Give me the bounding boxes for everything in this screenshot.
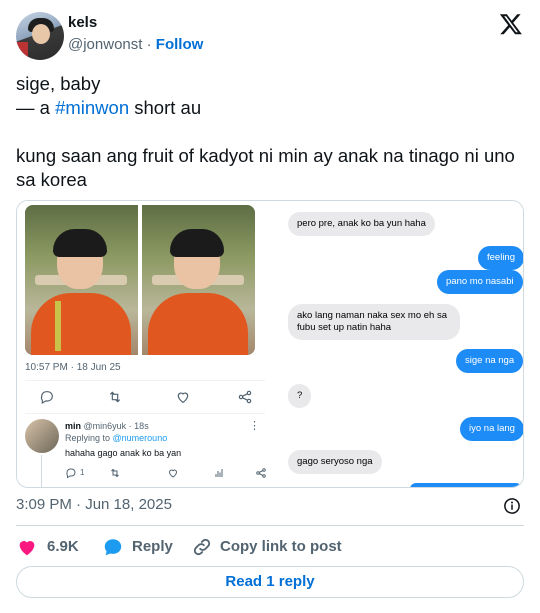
like-button[interactable]: 6.9K [16,536,86,558]
reply-avatar [25,419,59,453]
hashtag-link[interactable]: #minwon [55,97,129,118]
tweet-line-2-suffix: short au [129,97,202,118]
analytics-icon [215,469,223,477]
reply-header: min @min6yuk · 18s [65,421,149,431]
reply-author-name: min [65,421,82,431]
child-photo-2 [142,205,255,355]
chat-message-outgoing: iyo na lang [460,417,523,441]
like-count: 6.9K [47,538,79,555]
chat-screenshot: pero pre, anak ko ba yun haha feeling pa… [274,201,523,487]
tweet-line-3: kung saan ang fruit of kadyot ni min ay … [16,145,515,190]
reply-bubble-icon [104,539,122,556]
follow-link[interactable]: Follow [156,36,204,53]
embedded-tweet-screenshot: 10:57 PM · 18 Jun 25 min @min6yuk · 18s … [17,201,273,487]
chat-message-incoming: ako lang naman naka sex mo eh sa fubu se… [288,304,460,340]
read-replies-button[interactable]: Read 1 reply [16,566,524,598]
chat-message-partial [410,483,522,487]
author-name[interactable]: kels [68,14,97,31]
chat-message-incoming: pero pre, anak ko ba yun haha [288,212,435,236]
reply-bubble-icon [40,391,53,405]
heart-outline-icon [177,392,189,404]
divider [16,525,524,526]
author-avatar[interactable] [16,12,64,60]
reply-label: Reply [132,538,173,555]
reply-bubble-icon [66,468,76,479]
thread-line [41,455,42,487]
embedded-tweet-time: 10:57 PM · 18 Jun 25 [25,362,121,373]
chat-message-incoming: gago seryoso nga [288,450,382,474]
reply-actions: 1 [65,467,266,481]
reply-text: hahaha gago anak ko ba yan [65,448,182,458]
heart-outline-icon [168,469,178,478]
heart-icon [19,541,35,556]
divider [25,380,265,381]
author-handle-row: @jonwonst · Follow [68,36,203,53]
attached-image[interactable]: 10:57 PM · 18 Jun 25 min @min6yuk · 18s … [16,200,524,488]
replying-to: Replying to @numerouno [65,433,167,443]
child-photo-1 [25,205,138,355]
chat-message-incoming: ? [288,384,312,408]
info-icon[interactable] [503,497,521,515]
copy-link-button[interactable]: Copy link to post [191,536,342,558]
share-icon [238,390,252,404]
tweet-embed-card: kels @jonwonst · Follow sige, baby — a #… [0,0,540,613]
tweet-line-2-prefix: — a [16,97,56,118]
replying-to-prefix: Replying to [65,433,113,443]
author-handle[interactable]: @jonwonst [68,36,142,53]
tweet-line-2: — a #minwon short au [16,96,524,120]
retweet-icon [111,468,119,478]
reply-count: 1 [80,468,85,477]
embedded-tweet-actions [25,389,265,405]
link-icon [193,538,211,556]
x-logo-icon[interactable] [499,12,523,36]
more-menu-icon: ⋮ [249,420,260,432]
reply-handle-time: @min6yuk · 18s [83,421,149,431]
replying-to-handle: @numerouno [112,433,168,443]
retweet-icon [109,391,121,403]
chat-message-outgoing: feeling [478,246,523,270]
share-icon [256,468,266,478]
chat-message-outgoing: pano mo nasabi [437,270,523,294]
chat-message-outgoing: sige na nga [456,349,523,373]
copy-link-label: Copy link to post [220,538,342,555]
tweet-text: sige, baby — a #minwon short au kung saa… [16,72,524,192]
tweet-line-1: sige, baby [16,73,101,94]
reply-button[interactable]: Reply [102,536,174,558]
tweet-timestamp[interactable]: 3:09 PM · Jun 18, 2025 [16,496,172,513]
divider [25,413,265,414]
separator-dot: · [146,36,152,53]
